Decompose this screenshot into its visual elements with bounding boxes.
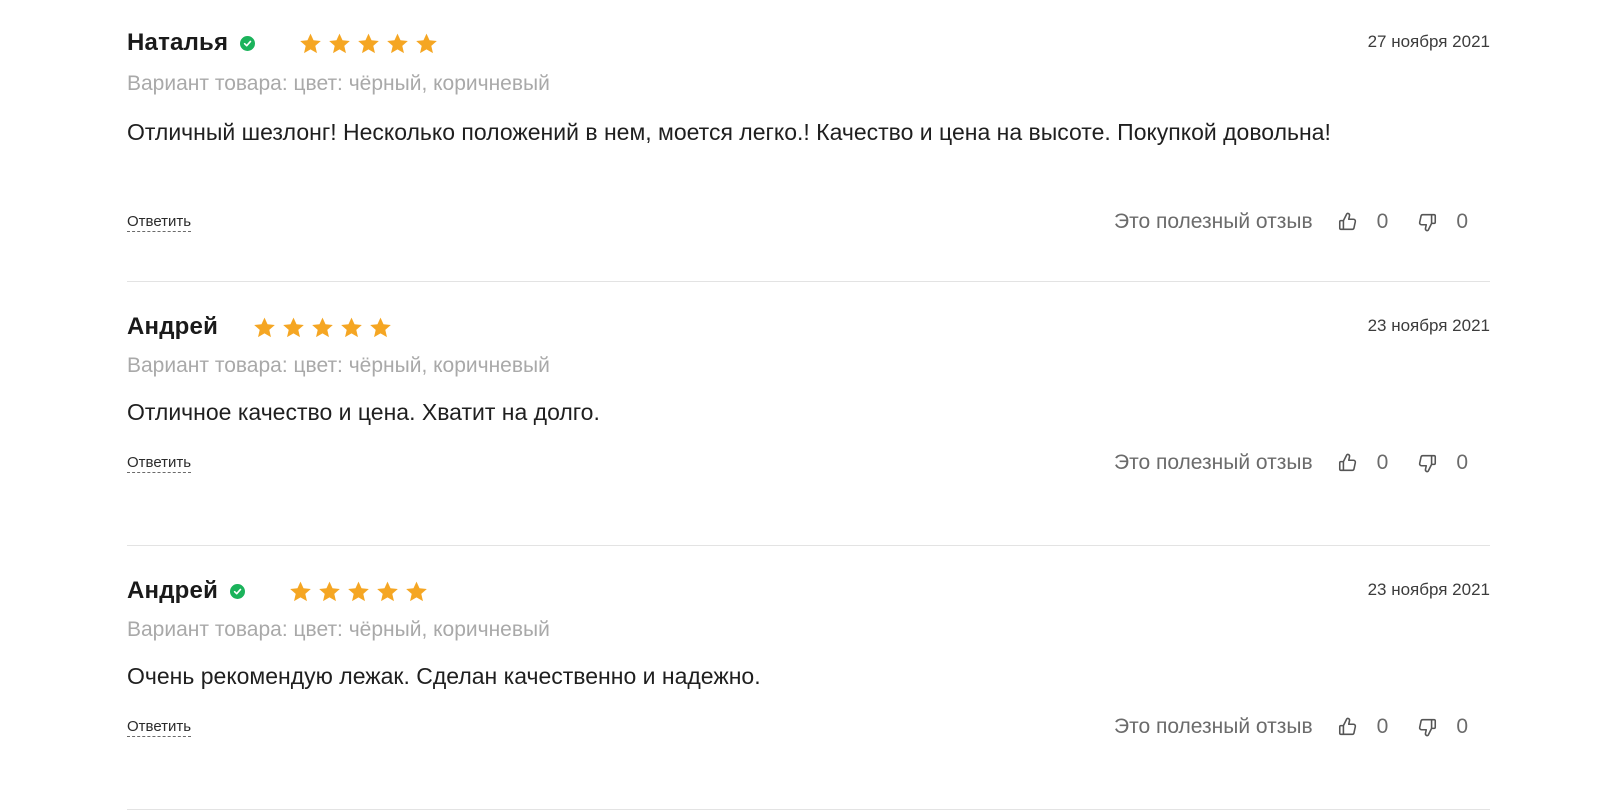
helpful-block: Это полезный отзыв 0 0 (1114, 448, 1468, 478)
review-item: Андрей 23 ноября 2021 Вариант товара: цв… (127, 546, 1490, 810)
review-date: 27 ноября 2021 (1367, 32, 1490, 51)
star-icon (319, 581, 340, 601)
dislike-count: 0 (1456, 210, 1468, 233)
review-date: 23 ноября 2021 (1367, 580, 1490, 599)
like-count: 0 (1376, 715, 1389, 738)
star-icon (387, 33, 408, 53)
star-icon (416, 33, 437, 53)
reply-link[interactable]: Ответить (127, 454, 192, 473)
review-author: Наталья (127, 29, 229, 56)
dislike-button[interactable]: 0 (1416, 210, 1468, 234)
star-icon (341, 317, 362, 337)
like-button[interactable]: 0 (1337, 715, 1389, 739)
review-item: Наталья 27 ноября 2021 Вариант товара: ц… (127, 0, 1490, 282)
like-button[interactable]: 0 (1337, 451, 1389, 475)
dislike-count: 0 (1456, 715, 1468, 738)
reviews-list: Наталья 27 ноября 2021 Вариант товара: ц… (127, 0, 1490, 810)
review-header: Наталья 27 ноября 2021 (127, 28, 1490, 58)
review-text: Отличный шезлонг! Несколько положений в … (127, 119, 1331, 145)
star-icon (254, 317, 275, 337)
dislike-button[interactable]: 0 (1416, 451, 1468, 475)
review-text: Отличное качество и цена. Хватит на долг… (127, 399, 600, 425)
review-author: Андрей (127, 313, 219, 340)
like-count: 0 (1376, 451, 1389, 474)
star-icon (348, 581, 369, 601)
helpful-label: Это полезный отзыв (1113, 210, 1313, 233)
verified-check-icon (230, 583, 246, 599)
star-icon (406, 581, 427, 601)
helpful-label: Это полезный отзыв (1113, 451, 1313, 474)
review-item: Андрей 23 ноября 2021 Вариант товара: цв… (127, 282, 1490, 546)
review-footer: Ответить Это полезный отзыв 0 0 (127, 712, 1490, 742)
star-icon (312, 317, 333, 337)
reply-link[interactable]: Ответить (127, 213, 192, 232)
verified-check-icon (240, 35, 256, 51)
thumbs-down-icon (1419, 213, 1437, 232)
star-icon (377, 581, 398, 601)
dislike-count: 0 (1456, 451, 1468, 474)
helpful-block: Это полезный отзыв 0 0 (1114, 712, 1468, 742)
thumbs-up-icon (1338, 717, 1356, 736)
thumbs-down-icon (1419, 454, 1437, 473)
review-header: Андрей 23 ноября 2021 (127, 312, 1490, 342)
helpful-label: Это полезный отзыв (1113, 715, 1313, 738)
rating-stars (252, 315, 393, 340)
star-icon (329, 33, 350, 53)
product-variant: Вариант товара: цвет: чёрный, коричневый (127, 354, 550, 377)
dislike-button[interactable]: 0 (1416, 715, 1468, 739)
star-icon (300, 33, 321, 53)
review-date: 23 ноября 2021 (1367, 316, 1490, 335)
thumbs-up-icon (1338, 212, 1356, 231)
thumbs-down-icon (1419, 718, 1437, 737)
review-footer: Ответить Это полезный отзыв 0 0 (127, 448, 1490, 478)
review-text: Очень рекомендую лежак. Сделан качествен… (127, 663, 761, 689)
review-header: Андрей 23 ноября 2021 (127, 576, 1490, 606)
thumbs-up-icon (1338, 453, 1356, 472)
star-icon (370, 317, 391, 337)
product-variant: Вариант товара: цвет: чёрный, коричневый (127, 618, 550, 641)
rating-stars (288, 579, 429, 604)
reply-link[interactable]: Ответить (127, 718, 192, 737)
helpful-block: Это полезный отзыв 0 0 (1114, 207, 1468, 237)
product-variant: Вариант товара: цвет: чёрный, коричневый (127, 72, 550, 95)
star-icon (283, 317, 304, 337)
rating-stars (298, 31, 439, 56)
star-icon (358, 33, 379, 53)
review-author: Андрей (127, 577, 219, 604)
like-count: 0 (1376, 210, 1389, 233)
like-button[interactable]: 0 (1337, 210, 1389, 234)
review-footer: Ответить Это полезный отзыв 0 0 (127, 207, 1490, 237)
star-icon (290, 581, 311, 601)
